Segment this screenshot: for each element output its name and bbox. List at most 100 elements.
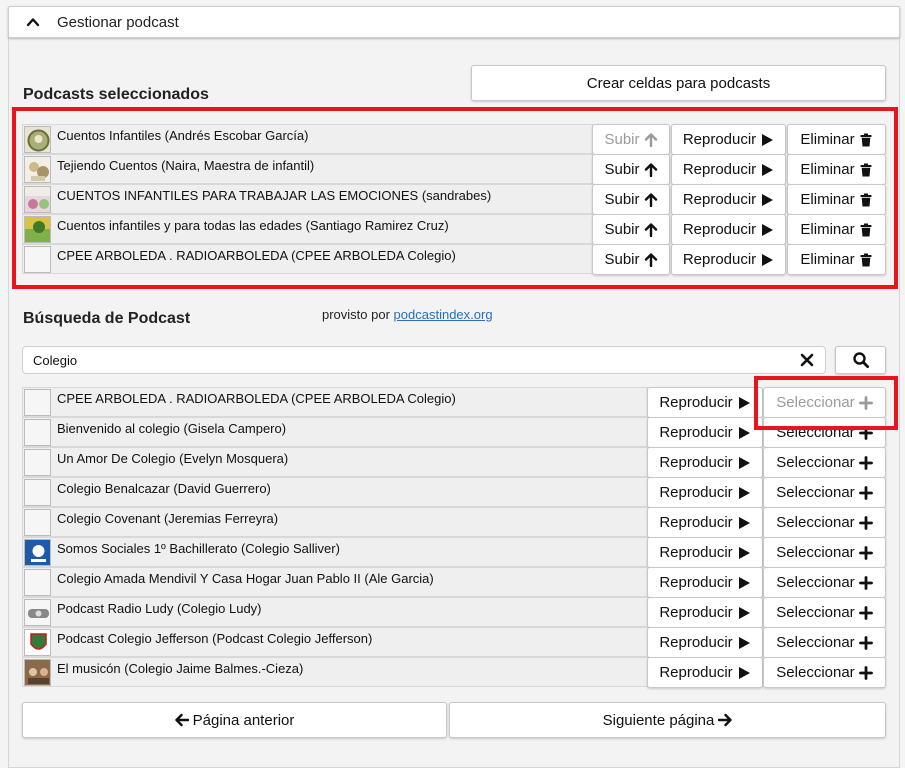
play-button[interactable]: Reproducir bbox=[647, 657, 763, 688]
podcast-title: CPEE ARBOLEDA . RADIOARBOLEDA (CPEE ARBO… bbox=[57, 248, 456, 263]
arrow-up-icon bbox=[644, 162, 657, 177]
play-button[interactable]: Reproducir bbox=[647, 537, 763, 568]
panel-header[interactable]: Gestionar podcast bbox=[8, 6, 900, 38]
play-icon bbox=[738, 456, 750, 469]
select-button[interactable]: Seleccionar bbox=[763, 657, 886, 688]
podcast-thumbnail bbox=[24, 659, 51, 686]
move-up-button[interactable]: Subir bbox=[592, 124, 670, 155]
select-button[interactable]: Seleccionar bbox=[763, 447, 886, 478]
create-cells-button[interactable]: Crear celdas para podcasts bbox=[471, 65, 886, 101]
search-result-row: Un Amor De Colegio (Evelyn Mosquera) bbox=[22, 447, 648, 477]
play-icon bbox=[762, 223, 774, 236]
select-button[interactable]: Seleccionar bbox=[763, 417, 886, 448]
play-button[interactable]: Reproducir bbox=[647, 417, 763, 448]
podcast-title: Cuentos Infantiles (Andrés Escobar Garcí… bbox=[57, 128, 309, 143]
delete-button[interactable]: Eliminar bbox=[787, 154, 886, 185]
trash-icon bbox=[860, 223, 872, 236]
podcast-title: Colegio Covenant (Jeremias Ferreyra) bbox=[57, 511, 279, 526]
select-button[interactable]: Seleccionar bbox=[763, 387, 886, 418]
selected-podcast-row: Cuentos Infantiles (Andrés Escobar Garcí… bbox=[22, 124, 593, 154]
podcast-thumbnail bbox=[24, 449, 51, 476]
play-button[interactable]: Reproducir bbox=[647, 477, 763, 508]
play-button[interactable]: Reproducir bbox=[671, 244, 786, 275]
clear-search-icon[interactable] bbox=[800, 353, 814, 367]
podcastindex-link[interactable]: podcastindex.org bbox=[394, 307, 493, 322]
search-section-title: Búsqueda de Podcast bbox=[23, 310, 191, 327]
podcast-title: Colegio Amada Mendivil Y Casa Hogar Juan… bbox=[57, 571, 434, 586]
arrow-up-icon bbox=[644, 252, 657, 267]
search-result-row: El musicón (Colegio Jaime Balmes.-Cieza) bbox=[22, 657, 648, 687]
plus-icon bbox=[858, 455, 873, 470]
delete-button[interactable]: Eliminar bbox=[787, 244, 886, 275]
play-icon bbox=[738, 486, 750, 499]
podcast-title: Colegio Benalcazar (David Guerrero) bbox=[57, 481, 271, 496]
play-icon bbox=[738, 606, 750, 619]
play-button[interactable]: Reproducir bbox=[647, 597, 763, 628]
podcast-title: Podcast Colegio Jefferson (Podcast Coleg… bbox=[57, 631, 373, 646]
select-button[interactable]: Seleccionar bbox=[763, 597, 886, 628]
podcast-thumbnail bbox=[24, 539, 51, 566]
move-up-button[interactable]: Subir bbox=[592, 184, 670, 215]
trash-icon bbox=[860, 163, 872, 176]
play-icon bbox=[738, 576, 750, 589]
play-button[interactable]: Reproducir bbox=[647, 567, 763, 598]
search-result-row: CPEE ARBOLEDA . RADIOARBOLEDA (CPEE ARBO… bbox=[22, 387, 648, 417]
panel-title: Gestionar podcast bbox=[57, 13, 179, 31]
podcast-title: Podcast Radio Ludy (Colegio Ludy) bbox=[57, 601, 262, 616]
plus-icon bbox=[858, 485, 873, 500]
podcast-thumbnail bbox=[24, 599, 51, 626]
podcast-thumbnail bbox=[24, 509, 51, 536]
search-result-row: Colegio Covenant (Jeremias Ferreyra) bbox=[22, 507, 648, 537]
podcast-title: Somos Sociales 1º Bachillerato (Colegio … bbox=[57, 541, 340, 556]
search-box bbox=[22, 346, 826, 374]
play-icon bbox=[738, 396, 750, 409]
search-result-row: Somos Sociales 1º Bachillerato (Colegio … bbox=[22, 537, 648, 567]
podcast-title: Un Amor De Colegio (Evelyn Mosquera) bbox=[57, 451, 289, 466]
trash-icon bbox=[860, 133, 872, 146]
play-button[interactable]: Reproducir bbox=[647, 387, 763, 418]
delete-button[interactable]: Eliminar bbox=[787, 124, 886, 155]
prev-page-button[interactable]: Página anterior bbox=[22, 702, 447, 738]
select-button[interactable]: Seleccionar bbox=[763, 537, 886, 568]
plus-icon bbox=[858, 635, 873, 650]
play-button[interactable]: Reproducir bbox=[647, 447, 763, 478]
move-up-button[interactable]: Subir bbox=[592, 154, 670, 185]
search-input[interactable] bbox=[23, 347, 763, 373]
podcast-thumbnail bbox=[24, 389, 51, 416]
search-result-row: Bienvenido al colegio (Gisela Campero) bbox=[22, 417, 648, 447]
play-button[interactable]: Reproducir bbox=[671, 154, 786, 185]
trash-icon bbox=[860, 193, 872, 206]
plus-icon bbox=[858, 605, 873, 620]
delete-button[interactable]: Eliminar bbox=[787, 214, 886, 245]
podcast-title: CPEE ARBOLEDA . RADIOARBOLEDA (CPEE ARBO… bbox=[57, 391, 456, 406]
plus-icon bbox=[858, 515, 873, 530]
plus-icon bbox=[858, 575, 873, 590]
move-up-button[interactable]: Subir bbox=[592, 214, 670, 245]
selected-podcast-row: CUENTOS INFANTILES PARA TRABAJAR LAS EMO… bbox=[22, 184, 593, 214]
podcast-title: CUENTOS INFANTILES PARA TRABAJAR LAS EMO… bbox=[57, 188, 492, 203]
select-button[interactable]: Seleccionar bbox=[763, 507, 886, 538]
selected-section-title: Podcasts seleccionados bbox=[23, 86, 209, 103]
play-button[interactable]: Reproducir bbox=[671, 124, 786, 155]
play-button[interactable]: Reproducir bbox=[671, 214, 786, 245]
play-button[interactable]: Reproducir bbox=[647, 627, 763, 658]
select-button[interactable]: Seleccionar bbox=[763, 567, 886, 598]
podcast-thumbnail bbox=[24, 479, 51, 506]
play-button[interactable]: Reproducir bbox=[647, 507, 763, 538]
podcast-thumbnail bbox=[24, 126, 51, 153]
search-result-row: Colegio Amada Mendivil Y Casa Hogar Juan… bbox=[22, 567, 648, 597]
search-button[interactable] bbox=[835, 346, 886, 374]
podcast-title: Bienvenido al colegio (Gisela Campero) bbox=[57, 421, 287, 436]
play-icon bbox=[738, 426, 750, 439]
select-button[interactable]: Seleccionar bbox=[763, 627, 886, 658]
selected-podcast-row: Cuentos infantiles y para todas las edad… bbox=[22, 214, 593, 244]
select-button[interactable]: Seleccionar bbox=[763, 477, 886, 508]
arrow-up-icon bbox=[644, 222, 657, 237]
move-up-button[interactable]: Subir bbox=[592, 244, 670, 275]
selected-podcast-row: Tejiendo Cuentos (Naira, Maestra de infa… bbox=[22, 154, 593, 184]
delete-button[interactable]: Eliminar bbox=[787, 184, 886, 215]
next-page-button[interactable]: Siguiente página bbox=[449, 702, 886, 738]
podcast-thumbnail bbox=[24, 419, 51, 446]
play-button[interactable]: Reproducir bbox=[671, 184, 786, 215]
play-icon bbox=[762, 163, 774, 176]
